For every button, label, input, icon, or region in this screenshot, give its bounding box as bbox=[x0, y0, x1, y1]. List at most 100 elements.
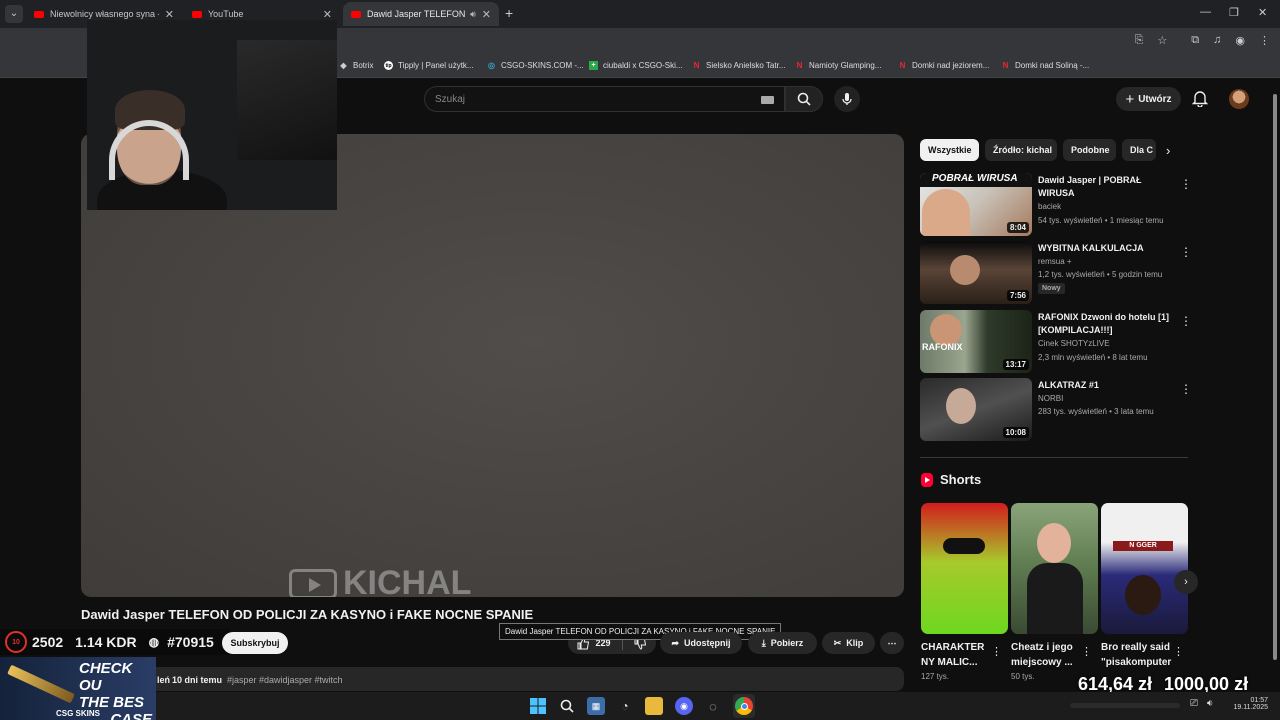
knife-graphic bbox=[7, 664, 75, 704]
chips-next-icon[interactable]: › bbox=[1166, 143, 1170, 158]
tab-dawid-jasper[interactable]: Dawid Jasper TELEFON OD 🔊︎ ✕ bbox=[343, 2, 499, 26]
more-menu-icon[interactable]: ⋮ bbox=[1259, 34, 1270, 47]
tab-label: YouTube bbox=[208, 9, 244, 19]
bookmark-sielsko[interactable]: N Sielsko Anielsko Tatr... bbox=[692, 61, 786, 70]
thumbnail-text: N GGER bbox=[1113, 541, 1173, 551]
short-title[interactable]: Cheatz i jego miejscowy ... bbox=[1011, 640, 1083, 670]
start-icon[interactable] bbox=[529, 697, 547, 715]
media-control-icon[interactable]: ♫ bbox=[1213, 34, 1221, 47]
install-icon[interactable]: ⎘ bbox=[1135, 34, 1144, 47]
recommendation-item[interactable]: RAFONIX 13:17 RAFONIX Dzwoni do hotelu [… bbox=[920, 310, 1192, 373]
short-thumbnail[interactable] bbox=[921, 503, 1008, 634]
profile-icon[interactable]: ◉ bbox=[1235, 34, 1245, 47]
thumbnail-face bbox=[1125, 575, 1161, 615]
elo-value: 2502 bbox=[32, 634, 64, 650]
discord-icon[interactable]: ◉ bbox=[675, 697, 693, 715]
video-thumbnail[interactable]: 7:56 bbox=[920, 241, 1032, 304]
description-box[interactable]: leń 10 dni temu #jasper #dawidjasper #tw… bbox=[81, 667, 904, 691]
chip-label: Dla C bbox=[1130, 145, 1154, 155]
download-button[interactable]: ⤓ Pobierz bbox=[748, 632, 817, 654]
clip-button[interactable]: ✂ Klip bbox=[822, 632, 875, 654]
short-title[interactable]: Bro really said "pisakomputer bbox=[1101, 640, 1201, 670]
channel-name[interactable]: remsua + bbox=[1038, 257, 1072, 266]
video-title: RAFONIX Dzwoni do hotelu [1] [KOMPILACJA… bbox=[1038, 312, 1169, 335]
subscribe-button[interactable]: Subskrybuj bbox=[222, 632, 288, 654]
bookmark-domki-jezioro[interactable]: N Domki nad jeziorem... bbox=[898, 61, 990, 70]
more-options-icon[interactable]: ⋮ bbox=[991, 645, 1002, 658]
search-button[interactable] bbox=[785, 86, 823, 112]
bookmark-csgo-skins[interactable]: ◎ CSGO-SKINS.COM -... bbox=[487, 61, 584, 70]
scrollbar-thumb[interactable] bbox=[1273, 94, 1277, 660]
file-explorer-icon[interactable] bbox=[645, 697, 663, 715]
youtube-favicon-icon bbox=[34, 10, 44, 18]
video-duration: 13:17 bbox=[1002, 359, 1029, 370]
bookmark-domki-solina[interactable]: N Domki nad Soliną -... bbox=[1001, 61, 1090, 70]
restore-icon[interactable]: ❐ bbox=[1229, 6, 1239, 19]
chevron-right-icon: › bbox=[1184, 576, 1188, 588]
video-thumbnail[interactable]: POBRAŁ WIRUSA 8:04 bbox=[920, 173, 1032, 236]
create-button[interactable]: + Utwórz bbox=[1116, 87, 1181, 111]
share-label: Udostępnij bbox=[684, 638, 731, 648]
more-options-icon[interactable]: ⋮ bbox=[1180, 177, 1192, 191]
chrome-icon[interactable] bbox=[735, 697, 753, 715]
webcam-overlay bbox=[87, 20, 337, 210]
bookmark-ciubaldi[interactable]: + ciubaldi x CSGO-Ski... bbox=[589, 61, 683, 70]
chip-zrodlo[interactable]: Źródło: kichal bbox=[985, 139, 1057, 161]
video-thumbnail[interactable]: 10:08 bbox=[920, 378, 1032, 441]
tab-search-button[interactable]: ⌄ bbox=[5, 5, 23, 23]
chip-dla-ciebie[interactable]: Dla C bbox=[1122, 139, 1156, 161]
more-options-icon[interactable]: ⋮ bbox=[1173, 645, 1184, 658]
short-thumbnail[interactable] bbox=[1011, 503, 1098, 634]
chip-podobne[interactable]: Podobne bbox=[1063, 139, 1116, 161]
network-icon[interactable]: ⎚ bbox=[1190, 698, 1198, 709]
extensions-icon[interactable]: ⧉ bbox=[1191, 34, 1199, 47]
store-icon[interactable]: ▦ bbox=[587, 697, 605, 715]
channel-name[interactable]: Cinek SHOTYzLIVE bbox=[1038, 339, 1110, 348]
close-window-icon[interactable]: ✕ bbox=[1258, 6, 1267, 19]
search-icon bbox=[560, 699, 574, 713]
system-clock[interactable]: 01:57 19.11.2025 bbox=[1222, 697, 1268, 711]
short-title[interactable]: CHARAKTER NY MALIC... bbox=[921, 640, 993, 670]
short-thumbnail[interactable]: N GGER bbox=[1101, 503, 1188, 634]
page-scrollbar[interactable] bbox=[1270, 80, 1280, 692]
csgo-icon[interactable]: ◌ bbox=[704, 697, 722, 715]
volume-icon[interactable]: 🔉︎ bbox=[1207, 698, 1213, 709]
bookmark-star-icon[interactable]: ☆ bbox=[1157, 34, 1167, 47]
chip-wszystkie[interactable]: Wszystkie bbox=[920, 139, 979, 161]
more-options-icon[interactable]: ⋮ bbox=[1081, 645, 1092, 658]
account-avatar[interactable] bbox=[1229, 89, 1249, 109]
voice-search-button[interactable] bbox=[834, 86, 860, 112]
bookmark-botrix[interactable]: ◆ Botrix bbox=[339, 61, 373, 70]
plus-icon: + bbox=[1125, 90, 1135, 108]
recommendation-item[interactable]: POBRAŁ WIRUSA 8:04 Dawid Jasper | POBRAŁ… bbox=[920, 173, 1192, 236]
keyboard-icon[interactable] bbox=[761, 96, 774, 104]
more-options-icon[interactable]: ⋮ bbox=[1180, 314, 1192, 328]
share-button[interactable]: ➦ Udostępnij bbox=[660, 632, 742, 654]
recommendation-item[interactable]: 7:56 WYBITNA KALKULACJA remsua + 1,2 tys… bbox=[920, 241, 1192, 304]
audio-playing-icon[interactable]: 🔊︎ bbox=[470, 9, 476, 20]
more-actions-button[interactable]: ⋯ bbox=[880, 632, 904, 654]
channel-name[interactable]: baciek bbox=[1038, 202, 1061, 211]
thumbnail-text: RAFONIX bbox=[922, 342, 963, 352]
channel-name[interactable]: NORBI bbox=[1038, 394, 1063, 403]
recommendation-item[interactable]: 10:08 ALKATRAZ #1 NORBI 283 tys. wyświet… bbox=[920, 378, 1192, 441]
scissors-icon: ✂ bbox=[833, 637, 842, 648]
search-input[interactable]: Szukaj bbox=[424, 86, 785, 112]
more-options-icon[interactable]: ⋮ bbox=[1180, 245, 1192, 259]
bookmark-label: Domki nad Soliną -... bbox=[1015, 61, 1090, 70]
taskbar-search-icon[interactable] bbox=[558, 697, 576, 715]
video-thumbnail[interactable]: RAFONIX 13:17 bbox=[920, 310, 1032, 373]
close-tab-icon[interactable]: ✕ bbox=[482, 8, 491, 21]
more-options-icon[interactable]: ⋮ bbox=[1180, 382, 1192, 396]
close-tab-icon[interactable]: ✕ bbox=[165, 8, 174, 21]
steam-icon[interactable]: ◔ bbox=[616, 697, 634, 715]
new-tab-button[interactable]: + bbox=[505, 5, 513, 21]
bookmark-namioty[interactable]: N Namioty Glamping... bbox=[795, 61, 882, 70]
bookmark-label: Domki nad jeziorem... bbox=[912, 61, 990, 70]
minimize-icon[interactable]: — bbox=[1200, 6, 1211, 18]
thumbnail-sunglasses bbox=[943, 538, 985, 554]
close-tab-icon[interactable]: ✕ bbox=[323, 8, 332, 21]
notifications-button[interactable] bbox=[1191, 90, 1209, 112]
bookmark-tipply[interactable]: tip Tipply | Panel użytk... bbox=[384, 61, 474, 70]
shorts-next-button[interactable]: › bbox=[1174, 570, 1198, 594]
